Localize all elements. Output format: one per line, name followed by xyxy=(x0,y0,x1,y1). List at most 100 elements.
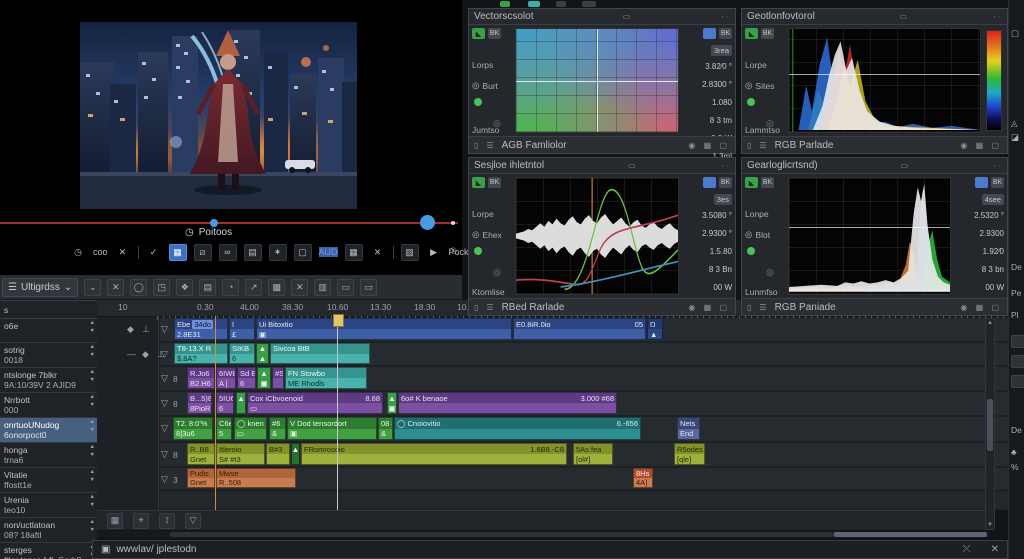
scope-enable-button[interactable]: ◣ xyxy=(745,177,758,188)
toolbar-icon-2[interactable]: ✕ xyxy=(107,279,124,296)
timeline-clip[interactable]: B...5)88PioR xyxy=(187,392,212,414)
swap-icon[interactable]: ⤬ xyxy=(963,544,971,555)
track-collapse-icon[interactable]: ▽ xyxy=(161,373,168,384)
timeline-hscrollbar[interactable] xyxy=(97,531,990,538)
timeline-clip[interactable]: #S xyxy=(272,367,284,389)
page-icon[interactable]: ▤ xyxy=(244,244,262,261)
toolbar-icon-4[interactable]: ◳ xyxy=(153,279,170,296)
panel-menu-icon[interactable]: ∙∙ xyxy=(722,12,730,21)
diamond-icon[interactable]: ◆ xyxy=(127,324,134,335)
timeline-clip[interactable]: E0.8iR.0io05 xyxy=(513,318,646,340)
footer-list-icon[interactable]: ☰ xyxy=(486,303,493,312)
scroll-up-icon[interactable]: ▲ xyxy=(986,320,994,326)
list-item[interactable]: onrtuoUNudog6onorpoct0▲▼ xyxy=(0,418,97,443)
timeline-clip[interactable]: 6o# K benaoe3.000 #68 xyxy=(398,392,617,414)
scope-bk-button[interactable]: BK xyxy=(488,177,501,188)
sort-arrows[interactable]: ▲▼ xyxy=(90,495,95,508)
timeline-clip[interactable]: ▲▣ xyxy=(387,392,397,414)
timeline-clip[interactable]: 6IW8A | xyxy=(216,367,236,389)
bottom-tool-icon-4[interactable]: ▽ xyxy=(185,513,201,529)
list-item[interactable]: o6e▲▼ xyxy=(0,319,97,343)
toolbar-icon-8[interactable]: ↗ xyxy=(245,279,262,296)
timeline-clip[interactable]: ▲▲ xyxy=(256,343,269,364)
timeline-clip[interactable]: R.Jo6B2.H6 xyxy=(187,367,215,389)
list-item[interactable]: Vitatieffostt1e▲▼ xyxy=(0,468,97,493)
timeline-clip[interactable]: Cox iCbvoenoid8.68▭ xyxy=(247,392,383,414)
mini-gray-button-2[interactable] xyxy=(582,1,596,7)
footer-book-icon[interactable]: ▯ xyxy=(747,141,751,150)
star-icon[interactable]: ✶ xyxy=(269,244,287,261)
panel-menu-icon[interactable]: ∙∙ xyxy=(994,161,1002,170)
timeline-clip[interactable]: Sd E6 xyxy=(237,367,256,389)
scrub-handle[interactable] xyxy=(420,215,435,230)
timeline-clip[interactable]: PudisGnet xyxy=(187,468,215,488)
timeline-clip[interactable]: Ŋ▲ xyxy=(647,318,663,340)
list-item[interactable]: Nrrbott000▲▼ xyxy=(0,393,97,418)
playhead-handle[interactable] xyxy=(333,314,344,327)
toolbar-icon-10[interactable]: ✕ xyxy=(291,279,308,296)
scroll-down-icon[interactable]: ▼ xyxy=(986,522,994,528)
footer-book-icon[interactable]: ▯ xyxy=(474,303,478,312)
timeline-clip[interactable]: T2. 8:0'%8]3u6 xyxy=(173,417,213,440)
panel-menu-icon[interactable]: ∙∙ xyxy=(994,12,1002,21)
timeline-clip[interactable]: ▲ xyxy=(291,443,300,465)
scope-bk2-button[interactable]: BK xyxy=(719,28,732,39)
toolbar-icon-13[interactable]: ▭ xyxy=(360,279,377,296)
track-collapse-icon[interactable]: ▽ xyxy=(161,474,168,485)
track-collapse-icon[interactable]: ▽ xyxy=(161,349,168,360)
sort-arrows[interactable]: ▲▼ xyxy=(90,395,95,408)
timeline-clip[interactable]: FRomrosoio1.6B8.-C8 xyxy=(301,443,567,465)
timeline-clip[interactable]: Ui Bitoxtio▣ xyxy=(256,318,512,340)
bottom-tool-icon-2[interactable]: ⌖ xyxy=(133,513,149,529)
scope-bk2-button[interactable]: BK xyxy=(719,177,732,188)
toolbar-icon-12[interactable]: ▭ xyxy=(337,279,354,296)
scope-enable-button[interactable]: ◣ xyxy=(472,28,485,39)
timeline-clip[interactable]: NetsEnd xyxy=(677,417,700,440)
toolbar-icon-1[interactable]: ⌄ xyxy=(84,279,101,296)
scope-tag-button[interactable]: 3es xyxy=(714,194,732,205)
timeline-clip[interactable]: ▲▣ xyxy=(257,367,271,389)
footer-book-icon[interactable]: ▯ xyxy=(474,141,478,150)
timeline-vscrollbar[interactable]: ▲ ▼ xyxy=(985,318,995,530)
track-collapse-icon[interactable]: ▽ xyxy=(161,398,168,409)
tool-mode-dropdown[interactable]: ☰ Ultigrdss ⌄ xyxy=(2,278,78,297)
sort-arrows[interactable]: ▲▼ xyxy=(90,520,95,533)
sort-arrows[interactable]: ▲▼ xyxy=(90,345,95,358)
list-item[interactable]: non/uctlatoan08? 18aftl▲▼ xyxy=(0,518,97,543)
track-collapse-icon[interactable]: ▽ xyxy=(161,449,168,460)
toolbar-icon-3[interactable]: ◯ xyxy=(130,279,147,296)
bottom-tool-icon-1[interactable]: ▦ xyxy=(107,513,123,529)
scope-bk-button[interactable]: BK xyxy=(761,177,774,188)
diamond-icon[interactable]: ◆ xyxy=(142,349,149,360)
overlay-icon[interactable]: ▨ xyxy=(401,244,419,261)
link-icon[interactable]: ∞ xyxy=(219,244,237,261)
panel-window-icon[interactable]: ▭ xyxy=(628,161,638,170)
hscroll-thumb[interactable] xyxy=(834,532,987,537)
sort-arrows[interactable]: ▲▼ xyxy=(90,470,95,483)
scope-bk-button[interactable]: BK xyxy=(488,28,501,39)
vscroll-thumb[interactable] xyxy=(987,399,993,451)
toolbar-icon-11[interactable]: ▥ xyxy=(314,279,331,296)
scope-blue-button[interactable] xyxy=(703,28,716,39)
right-panel-button[interactable] xyxy=(1011,335,1024,348)
timeline-clip[interactable]: FN StowboME Rhodls xyxy=(285,367,367,389)
footer-list-icon[interactable]: ☰ xyxy=(486,141,493,150)
timeline-clip[interactable]: 5IU66 xyxy=(216,392,234,414)
timeline-clip[interactable]: Sivcoa BtB xyxy=(270,343,370,364)
scrub-bar[interactable] xyxy=(0,222,458,224)
sort-arrows[interactable]: ▲▼ xyxy=(90,370,95,383)
timeline-clip[interactable]: R5odes[qle] xyxy=(674,443,705,465)
footer-list-icon[interactable]: ☰ xyxy=(759,141,766,150)
list-item[interactable]: ntslonge 7blkr9A:10/39V 2 AJID9▲▼ xyxy=(0,368,97,393)
sort-arrows[interactable]: ▲▼ xyxy=(90,321,95,334)
timeline-clip[interactable]: 5As fea[ol#] xyxy=(573,443,613,465)
timeline-clip[interactable]: C6el5 xyxy=(216,417,232,440)
toolbar-icon-5[interactable]: ❖ xyxy=(176,279,193,296)
panel-window-icon[interactable]: ▭ xyxy=(623,12,633,21)
right-panel-button[interactable] xyxy=(1011,375,1024,388)
timeline-clip[interactable]: ◯ knen▭ xyxy=(234,417,267,440)
timeline-clip[interactable]: V Dod tensordort▣ xyxy=(287,417,377,440)
mini-teal-button[interactable] xyxy=(528,1,540,7)
bottom-tool-icon-3[interactable]: ⟟ xyxy=(159,513,175,529)
toolbar-icon-9[interactable]: ▩ xyxy=(268,279,285,296)
